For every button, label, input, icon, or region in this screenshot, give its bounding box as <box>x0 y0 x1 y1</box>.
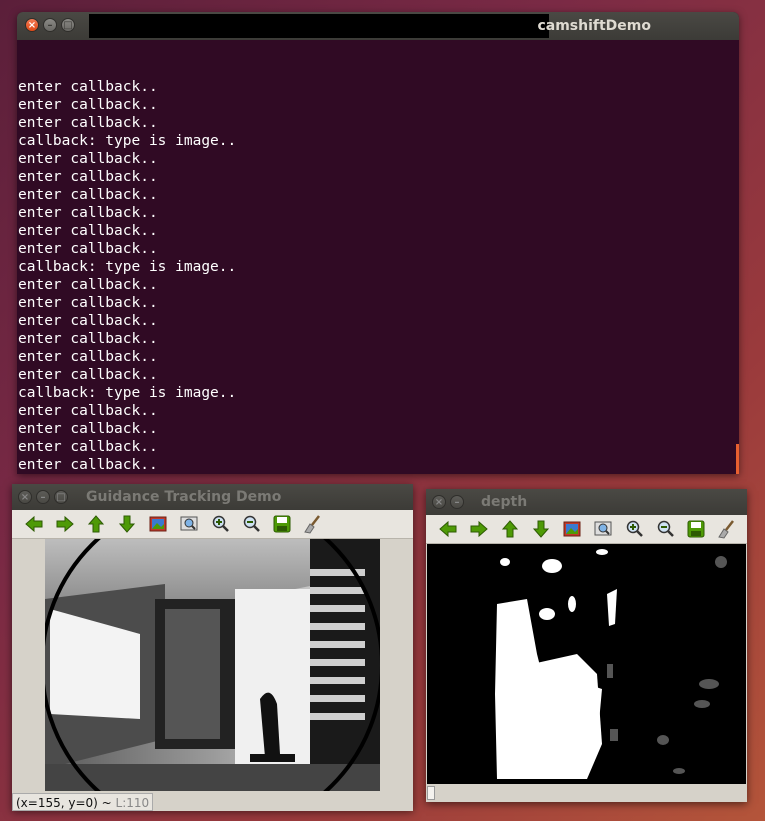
image-icon[interactable] <box>556 517 587 541</box>
terminal-line: enter callback.. <box>18 205 158 221</box>
minimize-icon[interactable]: – <box>450 495 464 509</box>
depth-window[interactable]: × – depth <box>426 489 747 802</box>
terminal-line: enter callback.. <box>18 187 158 203</box>
guidance-title: Guidance Tracking Demo <box>86 489 282 505</box>
save-icon[interactable] <box>680 517 711 541</box>
zoom-fit-icon[interactable] <box>173 512 204 536</box>
close-icon[interactable]: × <box>25 18 39 32</box>
zoom-in-icon[interactable] <box>204 512 235 536</box>
arrow-right-icon[interactable] <box>49 512 80 536</box>
guidance-toolbar <box>12 510 413 539</box>
zoom-out-icon[interactable] <box>235 512 266 536</box>
arrow-right-icon[interactable] <box>463 517 494 541</box>
terminal-titlebar[interactable]: × – □ camshiftDemo <box>17 12 739 40</box>
terminal-line: callback: type is image.. <box>18 259 237 275</box>
terminal-line: enter callback.. <box>18 97 158 113</box>
arrow-up-icon[interactable] <box>494 517 525 541</box>
clear-brush-icon[interactable] <box>711 517 742 541</box>
terminal-title: camshiftDemo <box>537 18 651 34</box>
terminal-line: enter callback.. <box>18 115 158 131</box>
guidance-window[interactable]: × – □ Guidance Tracking Demo (x=155, y=0… <box>12 484 413 811</box>
close-icon[interactable]: × <box>432 495 446 509</box>
pixel-value: L:110 <box>115 796 150 810</box>
terminal-line: enter callback.. <box>18 457 158 473</box>
terminal-line: enter callback.. <box>18 79 158 95</box>
minimize-icon[interactable]: – <box>36 490 50 504</box>
terminal-line: enter callback.. <box>18 277 158 293</box>
arrow-down-icon[interactable] <box>111 512 142 536</box>
scrollbar-indicator[interactable] <box>736 444 739 474</box>
depth-title: depth <box>481 494 528 510</box>
zoom-out-icon[interactable] <box>649 517 680 541</box>
terminal-line: enter callback.. <box>18 295 158 311</box>
terminal-line: enter callback.. <box>18 439 158 455</box>
guidance-canvas-area: (x=155, y=0) ~ L:110 <box>12 539 413 811</box>
clear-brush-icon[interactable] <box>297 512 328 536</box>
terminal-line: enter callback.. <box>18 349 158 365</box>
terminal-line: callback: type is image.. <box>18 133 237 149</box>
arrow-down-icon[interactable] <box>525 517 556 541</box>
terminal-window[interactable]: × – □ camshiftDemo enter callback.. enter… <box>17 12 739 474</box>
terminal-line: enter callback.. <box>18 313 158 329</box>
close-icon[interactable]: × <box>18 490 32 504</box>
maximize-icon[interactable]: □ <box>61 18 75 32</box>
arrow-up-icon[interactable] <box>80 512 111 536</box>
camera-image[interactable] <box>45 539 380 791</box>
minimize-icon[interactable]: – <box>43 18 57 32</box>
depth-canvas-area <box>426 544 747 802</box>
cursor-coords: (x=155, y=0) ~ <box>16 796 116 810</box>
zoom-fit-icon[interactable] <box>587 517 618 541</box>
terminal-line: enter callback.. <box>18 169 158 185</box>
maximize-icon[interactable]: □ <box>54 490 68 504</box>
terminal-line: enter callback.. <box>18 421 158 437</box>
terminal-output[interactable]: enter callback.. enter callback.. enter ca… <box>17 40 739 474</box>
depth-toolbar <box>426 515 747 544</box>
terminal-line: enter callback.. <box>18 223 158 239</box>
redacted-title-block <box>89 14 549 38</box>
arrow-left-icon[interactable] <box>432 517 463 541</box>
terminal-line: enter callback.. <box>18 367 158 383</box>
depth-image[interactable] <box>427 544 746 784</box>
image-icon[interactable] <box>142 512 173 536</box>
zoom-in-icon[interactable] <box>618 517 649 541</box>
depth-status-field <box>427 786 435 800</box>
terminal-line: enter callback.. <box>18 331 158 347</box>
terminal-line: callback: type is image.. <box>18 385 237 401</box>
save-icon[interactable] <box>266 512 297 536</box>
arrow-left-icon[interactable] <box>18 512 49 536</box>
depth-titlebar[interactable]: × – depth <box>426 489 747 515</box>
terminal-line: enter callback.. <box>18 151 158 167</box>
guidance-statusbar: (x=155, y=0) ~ L:110 <box>12 793 154 811</box>
terminal-line: enter callback.. <box>18 241 158 257</box>
terminal-line: enter callback.. <box>18 403 158 419</box>
guidance-titlebar[interactable]: × – □ Guidance Tracking Demo <box>12 484 413 510</box>
